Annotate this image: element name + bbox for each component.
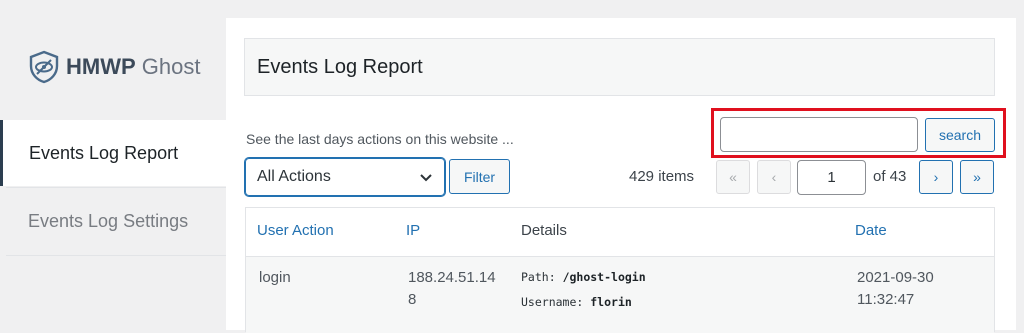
- page-total: of 43: [873, 168, 907, 185]
- chevron-down-icon: [418, 169, 434, 190]
- sidebar-item-events-log-report[interactable]: Events Log Report: [0, 120, 226, 186]
- prev-page-button[interactable]: ‹: [757, 160, 791, 194]
- column-header-date[interactable]: Date: [855, 222, 887, 239]
- cell-date: 2021-09-30 11:32:47: [857, 269, 934, 308]
- sidebar-item-label: Events Log Report: [29, 142, 179, 163]
- cell-ip: 188.24.51.14 8: [408, 269, 496, 308]
- sidebar: HMWP Ghost Events Log Report Events Log …: [0, 0, 226, 330]
- sidebar-item-label: Events Log Settings: [28, 210, 189, 231]
- column-header-details: Details: [521, 222, 567, 239]
- table-row: login 188.24.51.14 8 Path: /ghost-login U…: [246, 257, 994, 333]
- search-input[interactable]: [720, 117, 918, 152]
- next-page-button[interactable]: ›: [919, 160, 953, 194]
- search-button[interactable]: search: [925, 118, 995, 152]
- cell-details: Path: /ghost-login Username: florin: [521, 270, 646, 309]
- logo: HMWP Ghost: [28, 50, 200, 84]
- cell-action: login: [259, 269, 291, 286]
- column-header-user-action[interactable]: User Action: [257, 222, 334, 239]
- main-panel: Events Log Report See the last days acti…: [226, 18, 1016, 333]
- filter-button[interactable]: Filter: [449, 159, 510, 194]
- column-header-ip[interactable]: IP: [406, 222, 420, 239]
- divider: [6, 255, 226, 256]
- logo-text: HMWP Ghost: [66, 54, 201, 79]
- page-title: Events Log Report: [244, 38, 995, 96]
- select-value: All Actions: [257, 168, 331, 185]
- page-description: See the last days actions on this websit…: [246, 131, 514, 147]
- actions-select[interactable]: All Actions: [245, 158, 445, 196]
- current-page-input[interactable]: 1: [797, 160, 866, 195]
- events-table: User Action IP Details Date login 188.24…: [245, 207, 995, 333]
- last-page-button[interactable]: »: [960, 160, 994, 194]
- first-page-button[interactable]: «: [716, 160, 750, 194]
- items-count: 429 items: [629, 168, 695, 185]
- shield-eye-icon: [28, 50, 60, 84]
- sidebar-item-events-log-settings[interactable]: Events Log Settings: [0, 188, 226, 254]
